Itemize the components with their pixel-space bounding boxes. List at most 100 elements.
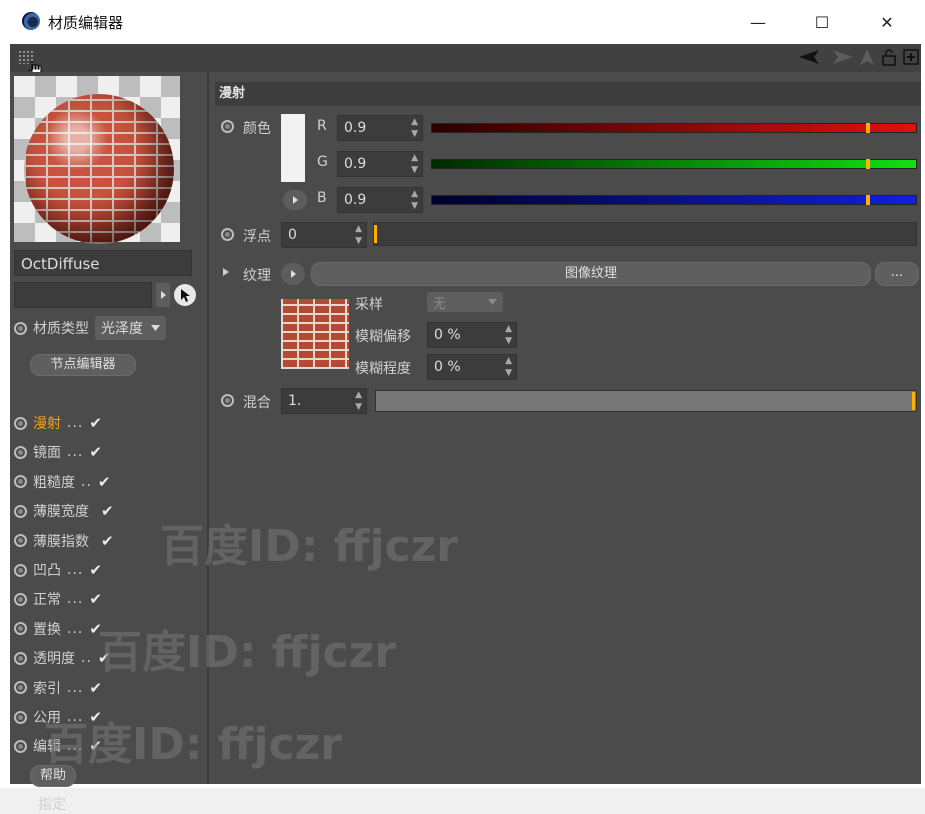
r-slider-marker[interactable] [866, 123, 870, 133]
channel-checkbox[interactable]: ✔ [98, 649, 111, 667]
g-slider[interactable] [431, 159, 917, 169]
expand-triangle-icon[interactable] [223, 268, 229, 276]
maximize-button[interactable]: ☐ [799, 8, 845, 36]
channel-checkbox[interactable]: ✔ [89, 443, 102, 461]
channel-label[interactable]: 粗糙度 [33, 472, 75, 492]
stepper-icon[interactable]: ▲ ▼ [411, 188, 418, 212]
channel-checkbox[interactable]: ✔ [98, 473, 111, 491]
channel-radio[interactable] [14, 416, 27, 430]
channel-row[interactable]: 薄膜指数 ✔ [14, 531, 114, 551]
channel-row[interactable]: 粗糙度.. ✔ [14, 472, 110, 492]
b-input[interactable]: 0.9 ▲ ▼ [337, 187, 423, 213]
color-swatch[interactable] [281, 114, 305, 182]
color-radio[interactable] [221, 120, 234, 133]
channel-label[interactable]: 公用 [33, 707, 61, 727]
stepper-icon[interactable]: ▲ ▼ [355, 389, 362, 413]
stepper-icon[interactable]: ▲ ▼ [505, 323, 512, 347]
material-link-field[interactable] [14, 282, 152, 308]
channel-radio[interactable] [14, 445, 27, 459]
texture-thumbnail[interactable] [281, 299, 349, 369]
channel-label[interactable]: 薄膜指数 [33, 531, 89, 551]
mix-slider-marker[interactable] [912, 392, 915, 410]
new-panel-icon[interactable] [903, 49, 919, 65]
g-slider-marker[interactable] [866, 159, 870, 169]
channel-label[interactable]: 索引 [33, 678, 61, 698]
texture-more-button[interactable]: ... [875, 262, 919, 286]
float-slider[interactable] [373, 222, 917, 246]
pick-material-icon[interactable] [174, 284, 196, 306]
material-name-field[interactable]: OctDiffuse [14, 250, 192, 276]
channel-row[interactable]: 正常... ✔ [14, 589, 102, 609]
close-button[interactable]: ✕ [864, 8, 910, 36]
channel-radio[interactable] [14, 739, 27, 753]
channel-row[interactable]: 编辑... ✔ [14, 736, 102, 756]
sampling-dropdown[interactable]: 无 [427, 292, 503, 312]
help-button[interactable]: 帮助 [30, 765, 76, 787]
g-input[interactable]: 0.9 ▲ ▼ [337, 151, 423, 177]
material-type-radio[interactable] [14, 321, 27, 335]
r-input[interactable]: 0.9 ▲ ▼ [337, 115, 423, 141]
channel-row[interactable]: 置换... ✔ [14, 619, 102, 639]
stepper-icon[interactable]: ▲ ▼ [505, 355, 512, 379]
channel-row[interactable]: 公用... ✔ [14, 707, 102, 727]
channel-label[interactable]: 编辑 [33, 736, 61, 756]
channel-label[interactable]: 薄膜宽度 [33, 501, 89, 521]
channel-label[interactable]: 透明度 [33, 648, 75, 668]
float-slider-marker[interactable] [374, 225, 377, 243]
forward-arrow-icon[interactable] [831, 49, 853, 65]
material-preview[interactable] [14, 76, 180, 244]
link-expand-button[interactable] [156, 283, 170, 307]
channel-radio[interactable] [14, 592, 27, 606]
channel-checkbox[interactable]: ✔ [89, 620, 102, 638]
channel-radio[interactable] [14, 563, 27, 577]
channel-row[interactable]: 凹凸... ✔ [14, 560, 102, 580]
float-input[interactable]: 0 ▲ ▼ [281, 222, 367, 248]
texture-expand-button[interactable] [281, 263, 305, 285]
blur-degree-input[interactable]: 0 % ▲ ▼ [427, 354, 517, 380]
blur-offset-input[interactable]: 0 % ▲ ▼ [427, 322, 517, 348]
channel-label[interactable]: 正常 [33, 589, 61, 609]
channel-row[interactable]: 镜面... ✔ [14, 442, 102, 462]
channel-radio[interactable] [14, 475, 27, 489]
channel-checkbox[interactable]: ✔ [89, 737, 102, 755]
channel-radio[interactable] [14, 681, 27, 695]
b-slider[interactable] [431, 195, 917, 205]
image-texture-button[interactable]: 图像纹理 [311, 262, 871, 286]
channel-label[interactable]: 置换 [33, 619, 61, 639]
channel-radio[interactable] [14, 622, 27, 636]
stepper-icon[interactable]: ▲ ▼ [411, 116, 418, 140]
channel-row[interactable]: 索引... ✔ [14, 678, 102, 698]
channel-row[interactable]: 薄膜宽度 ✔ [14, 501, 114, 521]
channel-checkbox[interactable]: ✔ [89, 679, 102, 697]
mix-input[interactable]: 1. ▲ ▼ [281, 388, 367, 414]
back-arrow-icon[interactable] [799, 49, 825, 65]
channel-radio[interactable] [14, 651, 27, 665]
stepper-icon[interactable]: ▲ ▼ [411, 152, 418, 176]
material-type-dropdown[interactable]: 光泽度 [95, 316, 166, 340]
channel-radio[interactable] [14, 534, 27, 548]
b-slider-marker[interactable] [866, 195, 870, 205]
stepper-icon[interactable]: ▲ ▼ [355, 223, 362, 247]
channel-checkbox[interactable]: ✔ [89, 561, 102, 579]
node-editor-button[interactable]: 节点编辑器 [30, 354, 136, 376]
channel-radio[interactable] [14, 710, 27, 724]
channel-label[interactable]: 凹凸 [33, 560, 61, 580]
float-radio[interactable] [221, 228, 234, 241]
channel-radio[interactable] [14, 504, 27, 518]
channel-checkbox[interactable]: ✔ [89, 414, 102, 432]
channel-label[interactable]: 漫射 [33, 413, 61, 433]
r-slider[interactable] [431, 123, 917, 133]
lock-icon[interactable] [881, 48, 897, 66]
mix-radio[interactable] [221, 394, 234, 407]
color-expand-button[interactable] [283, 190, 307, 210]
up-arrow-icon[interactable] [859, 49, 875, 65]
minimize-button[interactable]: — [735, 8, 781, 36]
channel-row[interactable]: 漫射... ✔ [14, 413, 102, 433]
channel-row[interactable]: 透明度.. ✔ [14, 648, 110, 668]
channel-label[interactable]: 镜面 [33, 442, 61, 462]
channel-checkbox[interactable]: ✔ [101, 502, 114, 520]
channel-checkbox[interactable]: ✔ [101, 532, 114, 550]
channel-checkbox[interactable]: ✔ [89, 708, 102, 726]
mix-slider[interactable] [375, 390, 917, 412]
channel-checkbox[interactable]: ✔ [89, 590, 102, 608]
